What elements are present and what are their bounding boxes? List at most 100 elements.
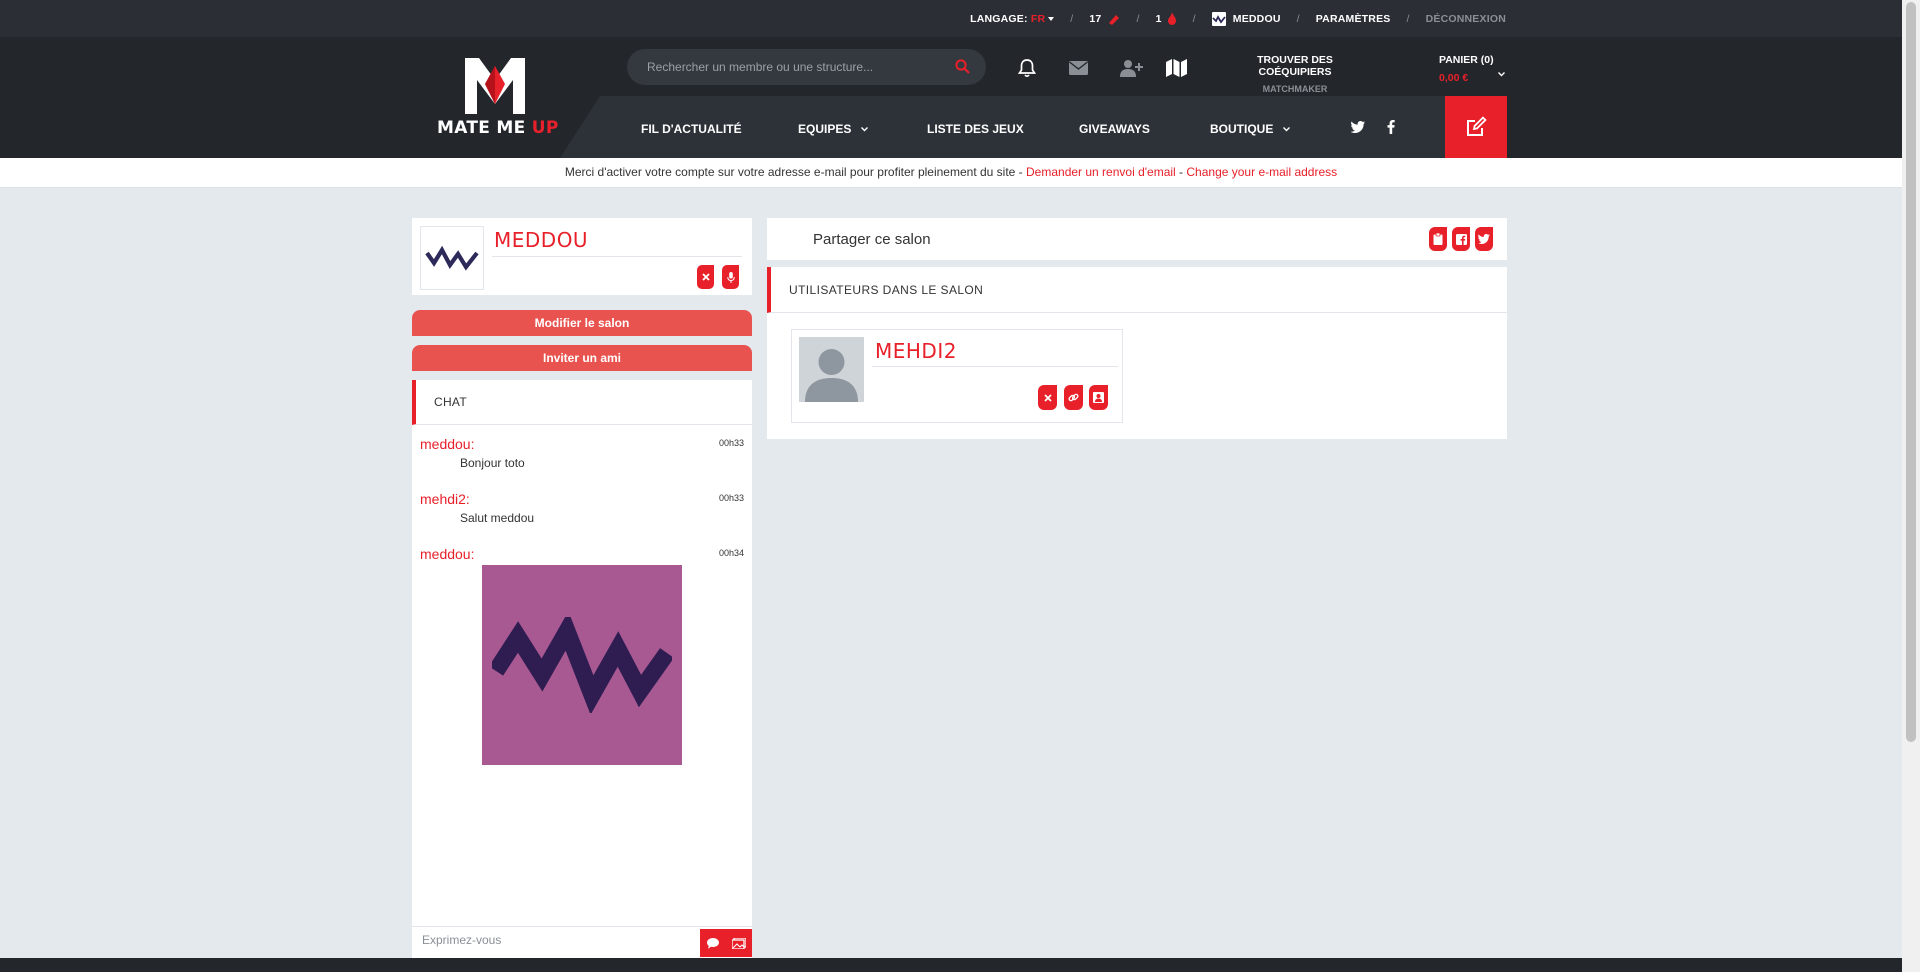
nav-games-list[interactable]: LISTE DES JEUX bbox=[927, 122, 1024, 136]
kick-button[interactable] bbox=[697, 265, 714, 289]
logo-mark-icon bbox=[465, 58, 525, 114]
separator: / bbox=[1136, 12, 1140, 25]
flame-icon bbox=[1167, 12, 1176, 25]
drops-counter[interactable]: 1 bbox=[1156, 12, 1177, 25]
logo-text-main: MATE ME bbox=[437, 118, 532, 138]
message-time: 00h34 bbox=[718, 548, 744, 558]
chat-composer bbox=[412, 926, 752, 957]
user-profile-button[interactable] bbox=[1089, 385, 1108, 410]
nav-label: LISTE DES JEUX bbox=[927, 122, 1024, 136]
nav-teams[interactable]: EQUIPES bbox=[798, 122, 869, 136]
finder-title: TROUVER DES COÉQUIPIERS bbox=[1257, 54, 1333, 78]
user-card: MEHDI2 bbox=[791, 329, 1123, 423]
nav-giveaways[interactable]: GIVEAWAYS bbox=[1079, 122, 1150, 136]
separator: / bbox=[1296, 12, 1300, 25]
chat-message-input[interactable] bbox=[422, 933, 682, 947]
owner-name: MEDDOU bbox=[494, 228, 589, 252]
send-image-button[interactable] bbox=[726, 929, 752, 957]
kick-user-button[interactable] bbox=[1038, 385, 1057, 410]
chat-header: CHAT bbox=[412, 380, 752, 425]
share-label: Partager ce salon bbox=[813, 231, 931, 248]
search-input[interactable] bbox=[647, 60, 937, 74]
footer-edge bbox=[0, 958, 1902, 972]
search-button[interactable] bbox=[955, 59, 970, 74]
notice-text: Merci d'activer votre compte sur votre a… bbox=[564, 165, 1027, 179]
link-icon bbox=[1068, 393, 1079, 402]
users-header: UTILISATEURS DANS LE SALON bbox=[767, 267, 1507, 313]
user-link-button[interactable] bbox=[1064, 385, 1083, 410]
page-scrollbar[interactable] bbox=[1902, 0, 1920, 972]
scrollbar-thumb[interactable] bbox=[1906, 2, 1916, 742]
notification-bell-icon[interactable] bbox=[1018, 58, 1036, 78]
cart-total: 0,00 € bbox=[1439, 72, 1469, 84]
resend-email-link[interactable]: Demander un renvoi d'email bbox=[1026, 165, 1176, 179]
drops-count: 1 bbox=[1155, 12, 1162, 25]
message-time: 00h33 bbox=[718, 493, 744, 503]
user-menu[interactable]: MEDDOU bbox=[1211, 11, 1281, 26]
chat-panel: CHAT meddou: 00h33 Bonjour toto mehdi2: … bbox=[412, 380, 752, 958]
owner-avatar[interactable] bbox=[420, 226, 484, 290]
message-text: Salut meddou bbox=[460, 511, 535, 525]
language-label: LANGAGE: bbox=[970, 12, 1028, 25]
compose-post-button[interactable] bbox=[1445, 96, 1507, 158]
user-avatar-icon bbox=[492, 617, 672, 713]
message-author[interactable]: mehdi2: bbox=[420, 491, 470, 507]
logo-wordmark: MATE ME UP bbox=[437, 118, 559, 138]
speech-bubble-icon bbox=[707, 937, 719, 949]
chevron-down-icon[interactable] bbox=[1498, 72, 1505, 77]
search-icon bbox=[955, 59, 970, 74]
tickets-count: 17 bbox=[1089, 12, 1102, 25]
twitter-icon bbox=[1478, 234, 1490, 244]
separator: / bbox=[1406, 12, 1410, 25]
users-title: UTILISATEURS DANS LE SALON bbox=[789, 283, 984, 297]
chat-title: CHAT bbox=[434, 395, 467, 409]
share-room-card: Partager ce salon bbox=[767, 218, 1507, 260]
default-avatar-icon bbox=[805, 349, 858, 402]
notice-separator: - bbox=[1175, 165, 1187, 179]
send-message-button[interactable] bbox=[700, 929, 726, 957]
share-facebook-button[interactable] bbox=[1452, 227, 1470, 251]
add-friend-icon[interactable] bbox=[1120, 59, 1144, 77]
clipboard-icon bbox=[1433, 233, 1443, 245]
user-icon bbox=[1093, 392, 1104, 403]
nav-label: GIVEAWAYS bbox=[1079, 122, 1150, 136]
facebook-icon[interactable] bbox=[1387, 120, 1395, 134]
ticket-icon bbox=[1109, 14, 1120, 25]
username: MEDDOU bbox=[1232, 12, 1281, 25]
room-users-panel: UTILISATEURS DANS LE SALON MEHDI2 bbox=[767, 267, 1507, 439]
cart-title: PANIER (0) bbox=[1439, 54, 1494, 66]
room-owner-card: MEDDOU bbox=[412, 218, 752, 295]
message-author[interactable]: meddou: bbox=[420, 546, 474, 562]
language-value: FR bbox=[1030, 12, 1046, 25]
copy-link-button[interactable] bbox=[1429, 227, 1447, 251]
user-avatar[interactable] bbox=[799, 337, 864, 402]
invite-friend-button[interactable]: Inviter un ami bbox=[412, 345, 752, 371]
nav-news-feed[interactable]: FIL D'ACTUALITÉ bbox=[641, 122, 742, 136]
twitter-icon[interactable] bbox=[1351, 121, 1365, 133]
change-email-link[interactable]: Change your e-mail address bbox=[1186, 165, 1337, 179]
message-image[interactable] bbox=[482, 565, 682, 765]
nav-label: EQUIPES bbox=[798, 122, 852, 136]
user-name[interactable]: MEHDI2 bbox=[875, 339, 957, 363]
tickets-counter[interactable]: 17 bbox=[1089, 13, 1120, 25]
user-avatar-icon bbox=[1211, 11, 1226, 26]
message-author[interactable]: meddou: bbox=[420, 436, 474, 452]
language-selector[interactable]: LANGAGE: FR bbox=[970, 12, 1055, 25]
image-icon bbox=[732, 937, 746, 949]
envelope-icon[interactable] bbox=[1069, 61, 1088, 75]
close-icon bbox=[1043, 393, 1052, 402]
share-twitter-button[interactable] bbox=[1475, 227, 1493, 251]
logo-text-accent: UP bbox=[531, 118, 559, 138]
cart-link[interactable]: PANIER (0) 0,00 € bbox=[1439, 54, 1494, 84]
divider bbox=[492, 256, 742, 257]
facebook-icon bbox=[1455, 233, 1467, 245]
nav-shop[interactable]: BOUTIQUE bbox=[1210, 122, 1291, 136]
edit-room-button[interactable]: Modifier le salon bbox=[412, 310, 752, 336]
microphone-button[interactable] bbox=[722, 265, 739, 289]
separator: / bbox=[1192, 12, 1196, 25]
map-icon[interactable] bbox=[1166, 59, 1187, 77]
logout-link[interactable]: DÉCONNEXION bbox=[1426, 13, 1506, 25]
settings-link[interactable]: PARAMÈTRES bbox=[1316, 13, 1391, 25]
teammate-finder-link[interactable]: TROUVER DES COÉQUIPIERS MATCHMAKER bbox=[1230, 54, 1360, 94]
email-activation-notice: Merci d'activer votre compte sur votre a… bbox=[0, 158, 1902, 188]
